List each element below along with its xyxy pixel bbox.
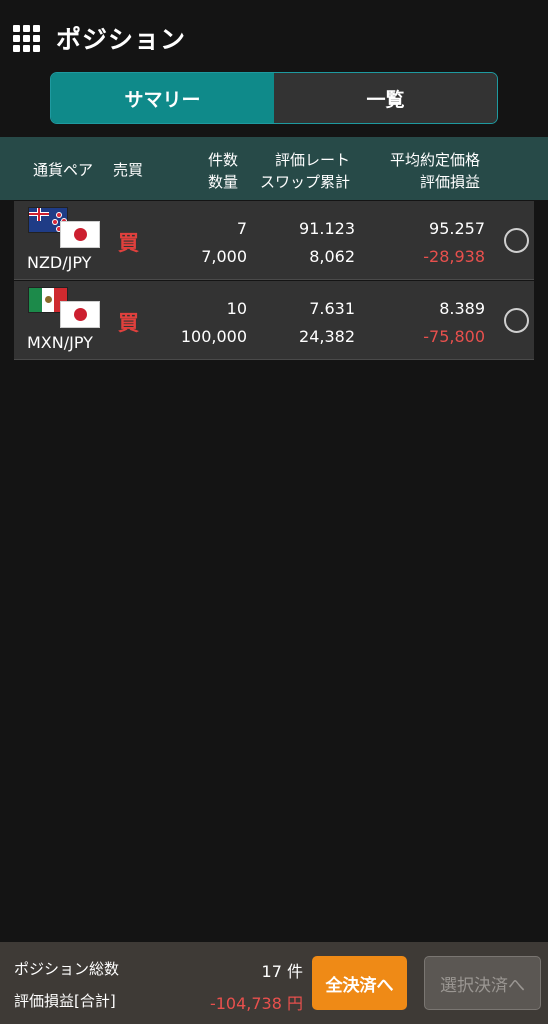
eval-rate: 7.631 — [309, 299, 355, 318]
header-rate-swap: 評価レート スワップ累計 — [260, 149, 350, 193]
avg-price: 8.389 — [439, 299, 485, 318]
tab-summary[interactable]: サマリー — [51, 73, 274, 123]
header-count: 件数 — [207, 151, 238, 169]
currency-flags — [28, 287, 102, 331]
view-tabs: サマリー 一覧 — [50, 72, 498, 124]
header-side: 売買 — [113, 161, 144, 179]
jp-flag-icon — [60, 301, 100, 328]
swap-total: 24,382 — [299, 327, 355, 346]
tab-list[interactable]: 一覧 — [274, 73, 497, 123]
currency-pair: NZD/JPY — [27, 253, 92, 272]
close-all-button[interactable]: 全決済へ — [312, 956, 407, 1010]
header-pair: 通貨ペア — [33, 161, 94, 179]
summary-footer: ポジション総数 17 件 評価損益[合計] -104,738 円 全決済へ 選択… — [0, 942, 548, 1024]
side-buy: 買 — [118, 231, 139, 255]
eval-pl: -28,938 — [423, 247, 485, 266]
header-count-quantity: 件数 数量 — [208, 149, 238, 193]
total-pl-label: 評価損益[合計] — [14, 992, 116, 1010]
header-swap: スワップ累計 — [259, 173, 350, 191]
currency-pair: MXN/JPY — [27, 333, 93, 352]
position-quantity: 7,000 — [201, 247, 247, 266]
header-quantity: 数量 — [207, 173, 238, 191]
position-screen: ポジション サマリー 一覧 通貨ペア 売買 件数 数量 評価レート スワップ累計… — [0, 0, 548, 1024]
swap-total: 8,062 — [309, 247, 355, 266]
table-header: 通貨ペア 売買 件数 数量 評価レート スワップ累計 平均約定価格 評価損益 — [0, 137, 548, 200]
side-buy: 買 — [118, 311, 139, 335]
eval-rate: 91.123 — [299, 219, 355, 238]
total-positions-label: ポジション総数 — [14, 960, 120, 978]
position-count: 10 — [226, 299, 247, 318]
eval-pl: -75,800 — [423, 327, 485, 346]
app-header: ポジション — [0, 0, 548, 72]
total-positions-value: 17 件 — [261, 962, 303, 981]
header-pl: 評価損益 — [419, 173, 480, 191]
select-radio[interactable] — [504, 228, 529, 253]
page-title: ポジション — [56, 25, 187, 54]
close-selected-button[interactable]: 選択決済へ — [424, 956, 541, 1010]
table-row[interactable]: MXN/JPY 買 10 100,000 7.631 24,382 8.389 … — [14, 281, 534, 360]
currency-flags — [28, 207, 102, 251]
table-row[interactable]: NZD/JPY 買 7 7,000 91.123 8,062 95.257 -2… — [14, 201, 534, 280]
header-rate: 評価レート — [274, 151, 350, 169]
total-pl-value: -104,738 円 — [209, 994, 303, 1013]
avg-price: 95.257 — [429, 219, 485, 238]
header-avg-pl: 平均約定価格 評価損益 — [390, 149, 480, 193]
header-avg-price: 平均約定価格 — [389, 151, 480, 169]
jp-flag-icon — [60, 221, 100, 248]
select-radio[interactable] — [504, 308, 529, 333]
position-count: 7 — [236, 219, 247, 238]
position-quantity: 100,000 — [180, 327, 247, 346]
grid-menu-icon[interactable] — [13, 25, 40, 52]
